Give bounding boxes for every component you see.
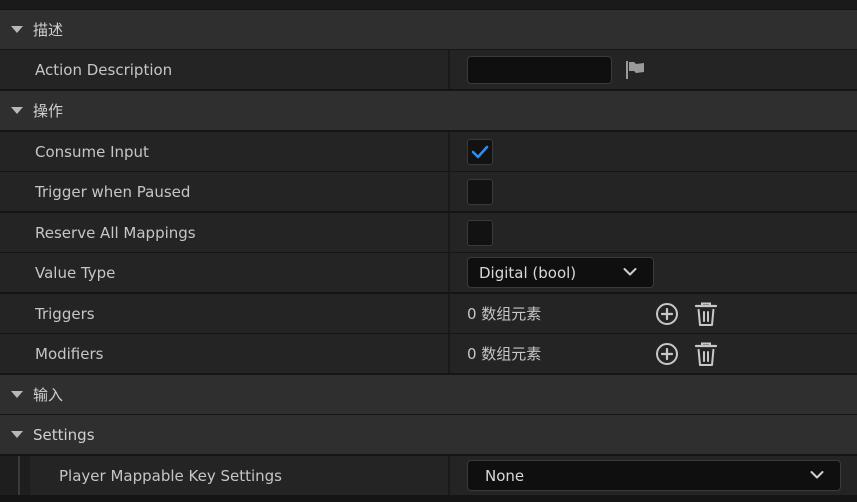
property-row-triggers: Triggers 0 数组元素: [0, 294, 857, 333]
property-row-trigger-when-paused: Trigger when Paused: [0, 172, 857, 211]
column-divider[interactable]: [448, 294, 450, 333]
category-settings[interactable]: Settings: [0, 415, 857, 454]
triangle-down-icon[interactable]: [11, 391, 23, 398]
category-input[interactable]: 输入: [0, 375, 857, 414]
column-divider[interactable]: [448, 132, 450, 171]
property-row-action-description: Action Description: [0, 50, 857, 89]
property-label: Consume Input: [35, 142, 149, 161]
column-divider[interactable]: [448, 172, 450, 211]
trash-icon[interactable]: [694, 341, 718, 367]
column-divider[interactable]: [448, 50, 450, 89]
property-row-modifiers: Modifiers 0 数组元素: [0, 334, 857, 373]
property-row-player-mappable-key-settings: Player Mappable Key Settings None: [0, 456, 857, 495]
property-label: Player Mappable Key Settings: [59, 466, 282, 485]
category-title: 输入: [33, 386, 64, 404]
triangle-down-icon[interactable]: [11, 26, 23, 33]
property-label: Reserve All Mappings: [35, 223, 196, 242]
array-element-count: 0 数组元素: [467, 345, 542, 363]
category-title: 描述: [33, 21, 64, 39]
array-element-count: 0 数组元素: [467, 305, 542, 323]
add-circle-icon[interactable]: [655, 342, 679, 366]
category-title: 操作: [33, 102, 64, 120]
property-label: Action Description: [35, 60, 173, 79]
checkmark-icon: [471, 145, 489, 159]
player-mappable-key-settings-dropdown[interactable]: None: [467, 460, 841, 491]
property-row-reserve-all-mappings: Reserve All Mappings: [0, 213, 857, 252]
trash-icon[interactable]: [694, 301, 718, 327]
value-type-dropdown[interactable]: Digital (bool): [467, 257, 654, 288]
add-circle-icon[interactable]: [655, 302, 679, 326]
dropdown-selected-value: None: [485, 466, 525, 485]
property-row-consume-input: Consume Input: [0, 132, 857, 171]
reserve-all-mappings-checkbox[interactable]: [467, 220, 493, 246]
column-divider[interactable]: [448, 456, 450, 495]
triangle-down-icon[interactable]: [11, 107, 23, 114]
trigger-when-paused-checkbox[interactable]: [467, 179, 493, 205]
category-title: Settings: [33, 425, 95, 444]
triangle-down-icon[interactable]: [11, 431, 23, 438]
property-label: Value Type: [35, 263, 116, 282]
flag-icon[interactable]: [624, 59, 646, 81]
panel-top-strip: [0, 0, 857, 9]
category-action[interactable]: 操作: [0, 91, 857, 130]
category-description[interactable]: 描述: [0, 10, 857, 49]
column-divider[interactable]: [448, 253, 450, 292]
property-row-value-type: Value Type Digital (bool): [0, 253, 857, 292]
details-panel: 描述 Action Description 操作 Consume Input T…: [0, 0, 857, 502]
column-divider[interactable]: [448, 334, 450, 373]
property-label: Modifiers: [35, 344, 104, 363]
chevron-down-icon: [810, 471, 824, 479]
action-description-input[interactable]: [467, 56, 612, 84]
chevron-down-icon: [623, 268, 637, 276]
property-label: Triggers: [35, 304, 95, 323]
column-divider[interactable]: [448, 213, 450, 252]
consume-input-checkbox[interactable]: [467, 139, 493, 165]
dropdown-selected-value: Digital (bool): [479, 263, 577, 282]
property-label: Trigger when Paused: [35, 182, 191, 201]
